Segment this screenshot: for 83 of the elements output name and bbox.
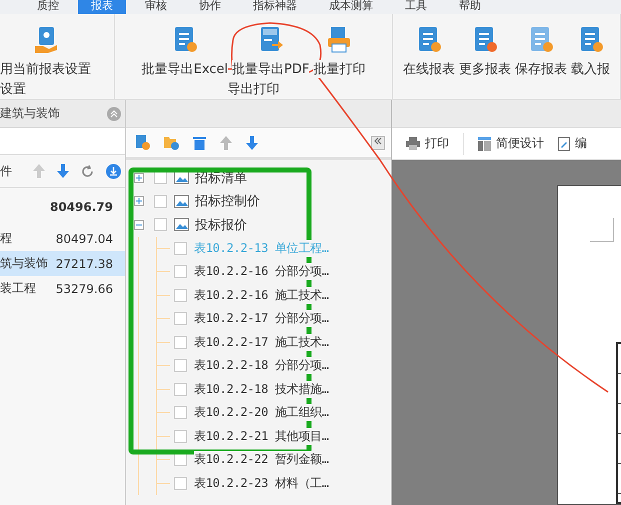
save-document-icon — [528, 26, 554, 54]
project-amount: 80497.04 — [56, 232, 113, 246]
checkbox[interactable] — [154, 218, 167, 232]
checkbox[interactable] — [174, 288, 187, 302]
project-row[interactable]: 程 80497.04 — [0, 226, 125, 251]
report-item[interactable]: 表10.2.2-17 分部分项… — [194, 310, 329, 328]
checkbox[interactable] — [154, 194, 167, 208]
project-amount: 27217.38 — [56, 256, 113, 270]
add-report-icon[interactable] — [136, 135, 150, 150]
move-down-icon[interactable] — [57, 164, 69, 178]
report-item[interactable]: 表10.2.2-21 其他项目… — [194, 428, 329, 445]
tree-folder-label[interactable]: 投标报价 — [195, 216, 247, 234]
menu-tab[interactable]: 报表 — [78, 0, 126, 14]
checkbox[interactable] — [174, 242, 187, 255]
panel-title: 建筑与装饰 — [0, 105, 60, 122]
collapse-node-icon[interactable] — [134, 220, 144, 230]
report-folder-icon — [174, 194, 189, 208]
report-item[interactable]: 表10.2.2-23 材料（工… — [194, 474, 329, 492]
menu-tab[interactable]: 协作 — [186, 0, 234, 14]
hand-document-icon — [32, 26, 58, 54]
collapse-icon[interactable] — [107, 106, 121, 120]
expand-node-icon[interactable] — [134, 196, 144, 206]
edit-document-icon — [558, 136, 570, 150]
more-document-icon — [472, 26, 498, 54]
project-row[interactable]: 80496.79 — [0, 188, 125, 226]
ribbon-button[interactable]: 载入报 — [571, 26, 610, 80]
refresh-icon[interactable] — [81, 164, 94, 178]
report-item[interactable]: 表10.2.2-20 施工组织… — [194, 404, 329, 422]
move-down-icon[interactable] — [246, 136, 258, 150]
ribbon-button[interactable]: 用当前报表设置 — [0, 26, 91, 80]
menu-tab[interactable]: 成本测算 — [316, 0, 386, 14]
group-label: 设置 — [0, 81, 27, 98]
project-amount: 53279.66 — [56, 282, 113, 296]
menu-tab[interactable]: 工具 — [392, 0, 440, 14]
checkbox[interactable] — [174, 476, 187, 490]
move-up-icon[interactable] — [33, 164, 45, 178]
checkbox[interactable] — [174, 406, 187, 420]
column-label: 件 — [0, 162, 12, 180]
double-chevron-icon — [374, 137, 382, 145]
trash-icon[interactable] — [193, 136, 206, 150]
checkbox[interactable] — [174, 312, 187, 326]
add-folder-icon[interactable] — [164, 135, 179, 150]
report-folder-icon — [174, 171, 189, 184]
checkbox[interactable] — [174, 382, 187, 396]
report-item[interactable]: 表10.2.2-17 施工技术… — [194, 334, 329, 351]
menu-tab[interactable]: 指标神器 — [240, 0, 310, 14]
checkbox[interactable] — [174, 265, 187, 278]
project-row[interactable]: 筑与装饰 27217.38 — [0, 251, 125, 276]
menu-tab[interactable]: 质控 — [24, 0, 72, 14]
checkbox[interactable] — [174, 359, 187, 372]
checkbox[interactable] — [174, 336, 187, 349]
cloud-document-icon — [416, 26, 442, 54]
report-folder-icon — [174, 218, 189, 232]
toolbar-button[interactable]: 简便设计 — [478, 135, 544, 152]
project-name: 筑与装饰 — [0, 255, 48, 272]
checkbox[interactable] — [174, 430, 187, 443]
ribbon-button[interactable]: 在线报表 — [403, 26, 455, 80]
ribbon-button[interactable]: 保存报表 — [515, 26, 567, 80]
menu-tab[interactable]: 审核 — [132, 0, 180, 14]
project-name: 程 — [0, 230, 12, 247]
ribbon-button[interactable]: 批量导出PDF — [232, 26, 310, 80]
printer-icon — [406, 137, 420, 150]
report-item[interactable]: 表10.2.2-18 技术措施… — [194, 380, 329, 398]
tree-folder-label[interactable]: 招标控制价 — [195, 192, 260, 210]
project-name: 装工程 — [0, 280, 36, 297]
move-up-icon[interactable] — [220, 136, 232, 150]
project-amount: 80496.79 — [50, 200, 113, 214]
expand-node-icon[interactable] — [134, 172, 144, 183]
menu-tab[interactable]: 帮助 — [446, 0, 494, 14]
collapse-panel-button[interactable] — [371, 136, 385, 150]
ribbon-button[interactable]: 更多报表 — [459, 26, 511, 80]
toolbar-button[interactable]: 编 — [558, 135, 587, 152]
ribbon-button[interactable]: 批量导出Excel — [142, 26, 228, 80]
printer-icon — [326, 26, 352, 54]
layout-icon — [478, 136, 491, 150]
report-item[interactable]: 表10.2.2-16 分部分项… — [194, 263, 329, 280]
report-item[interactable]: 表10.2.2-16 施工技术… — [194, 286, 329, 304]
toolbar-button[interactable]: 打印 — [406, 135, 449, 152]
project-row[interactable]: 装工程 53279.66 — [0, 276, 125, 301]
group-label: 导出打印 — [226, 81, 280, 98]
report-item[interactable]: 表10.2.2-18 分部分项… — [194, 357, 329, 374]
download-icon[interactable] — [106, 164, 121, 178]
ribbon-button[interactable]: 批量打印 — [313, 26, 366, 80]
